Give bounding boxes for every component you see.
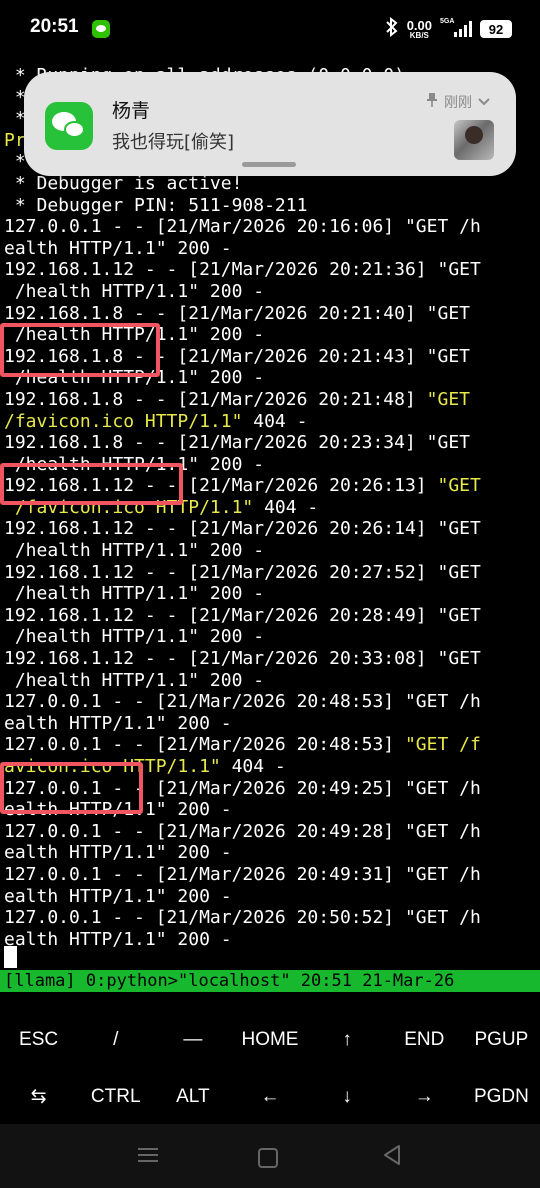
key-pgup[interactable]: PGUP [463,1011,540,1068]
terminal-line: 192.168.1.12 - - [21/Mar/2026 20:27:52] … [4,561,481,583]
extra-keys-bar: ESC / — HOME ↑ END PGUP ⇆ CTRL ALT ← ↓ →… [0,1010,540,1124]
terminal-line: /health HTTP/1.1" 200 - [4,626,265,648]
terminal-line: 127.0.0.1 - - [21/Mar/2026 20:50:52] "GE… [4,907,481,929]
network-type-label: 5GA [440,18,455,25]
key-slash[interactable]: / [77,1011,154,1068]
terminal-line: /health HTTP/1.1" 200 - [4,583,265,605]
notification-sender: 杨青 [112,100,151,122]
tmux-status-bar: [llama] 0:python>"localhost" 20:51 21-Ma… [0,970,540,992]
key-pgdn[interactable]: PGDN [463,1068,540,1125]
notification-message: 我也得玩[偷笑] [112,132,235,153]
network-speed: 0.00 KB/S [407,19,432,40]
notification-drag-handle[interactable] [242,162,296,167]
extra-keys-row-1: ESC / — HOME ↑ END PGUP [0,1011,540,1068]
key-right[interactable]: → [386,1068,463,1125]
wechat-icon [45,102,93,150]
highlight-box [0,762,143,814]
terminal-line: /health HTTP/1.1" 200 - [4,540,265,562]
terminal-line: ealth HTTP/1.1" 200 - [4,237,232,259]
key-up[interactable]: ↑ [309,1011,386,1068]
terminal-line: ealth HTTP/1.1" 200 - [4,928,232,950]
terminal-line: /health HTTP/1.1" 200 - [4,669,265,691]
terminal-line: ealth HTTP/1.1" 200 - [4,712,232,734]
terminal-output: * Running on all addresses (0.0.0.0) * R… [4,65,481,950]
terminal-line: 127.0.0.1 - - [21/Mar/2026 20:48:53] "GE… [4,691,481,713]
terminal-line: 127.0.0.1 - - [21/Mar/2026 20:16:06] "GE… [4,216,481,238]
terminal-line: 192.168.1.12 - - [21/Mar/2026 20:33:08] … [4,648,481,670]
terminal-line: 192.168.1.8 - - [21/Mar/2026 20:21:48] "… [4,388,470,410]
key-dash[interactable]: — [154,1011,231,1068]
terminal-line: ealth HTTP/1.1" 200 - [4,885,232,907]
terminal-line: * Debugger is active! [4,172,243,194]
notification-meta: 刚刚 [426,92,490,112]
terminal-line: 192.168.1.12 - - [21/Mar/2026 20:21:36] … [4,259,481,281]
terminal-line: * Debugger PIN: 511-908-211 [4,194,308,216]
menu-icon[interactable] [136,1144,160,1168]
system-nav-bar [0,1124,540,1188]
terminal-line: /favicon.ico HTTP/1.1" 404 - [4,410,308,432]
key-down[interactable]: ↓ [309,1068,386,1125]
terminal-line: 192.168.1.12 - - [21/Mar/2026 20:28:49] … [4,604,481,626]
key-tab[interactable]: ⇆ [0,1068,77,1125]
key-end[interactable]: END [386,1011,463,1068]
status-time: 20:51 [30,16,79,37]
network-speed-value: 0.00 [406,17,432,33]
back-icon[interactable] [382,1144,406,1168]
highlight-box [0,323,160,377]
network-speed-unit: KB/S [409,30,429,40]
chevron-down-icon[interactable] [478,95,490,110]
key-left[interactable]: ← [231,1068,308,1125]
highlight-box [0,463,183,505]
key-esc[interactable]: ESC [0,1011,77,1068]
terminal-line: 192.168.1.8 - - [21/Mar/2026 20:23:34] "… [4,432,470,454]
wechat-notification[interactable]: 杨青 我也得玩[偷笑] 刚刚 [24,72,516,176]
terminal-line: 127.0.0.1 - - [21/Mar/2026 20:49:28] "GE… [4,820,481,842]
key-alt[interactable]: ALT [154,1068,231,1125]
notification-time: 刚刚 [444,95,472,111]
bluetooth-icon [385,16,399,42]
avatar [454,120,494,160]
terminal-line: /health HTTP/1.1" 200 - [4,280,265,302]
wechat-notification-icon [92,20,110,38]
status-bar: 20:51 0.00 KB/S 5GA 92 [0,0,540,60]
pin-icon[interactable] [426,92,438,112]
terminal-cursor [4,946,17,968]
battery-icon: 92 [480,20,512,38]
home-icon[interactable] [258,1148,278,1168]
terminal-line: 192.168.1.12 - - [21/Mar/2026 20:26:14] … [4,518,481,540]
terminal-line: 192.168.1.8 - - [21/Mar/2026 20:21:40] "… [4,302,470,324]
terminal-view[interactable]: * Running on all addresses (0.0.0.0) * R… [0,60,540,992]
extra-keys-row-2: ⇆ CTRL ALT ← ↓ → PGDN [0,1068,540,1125]
status-icons: 0.00 KB/S 5GA 92 [385,14,512,44]
terminal-line: 127.0.0.1 - - [21/Mar/2026 20:48:53] "GE… [4,734,481,756]
signal-icon: 5GA [440,18,472,37]
key-ctrl[interactable]: CTRL [77,1068,154,1125]
terminal-line: ealth HTTP/1.1" 200 - [4,842,232,864]
key-home[interactable]: HOME [231,1011,308,1068]
terminal-line: 127.0.0.1 - - [21/Mar/2026 20:49:31] "GE… [4,863,481,885]
